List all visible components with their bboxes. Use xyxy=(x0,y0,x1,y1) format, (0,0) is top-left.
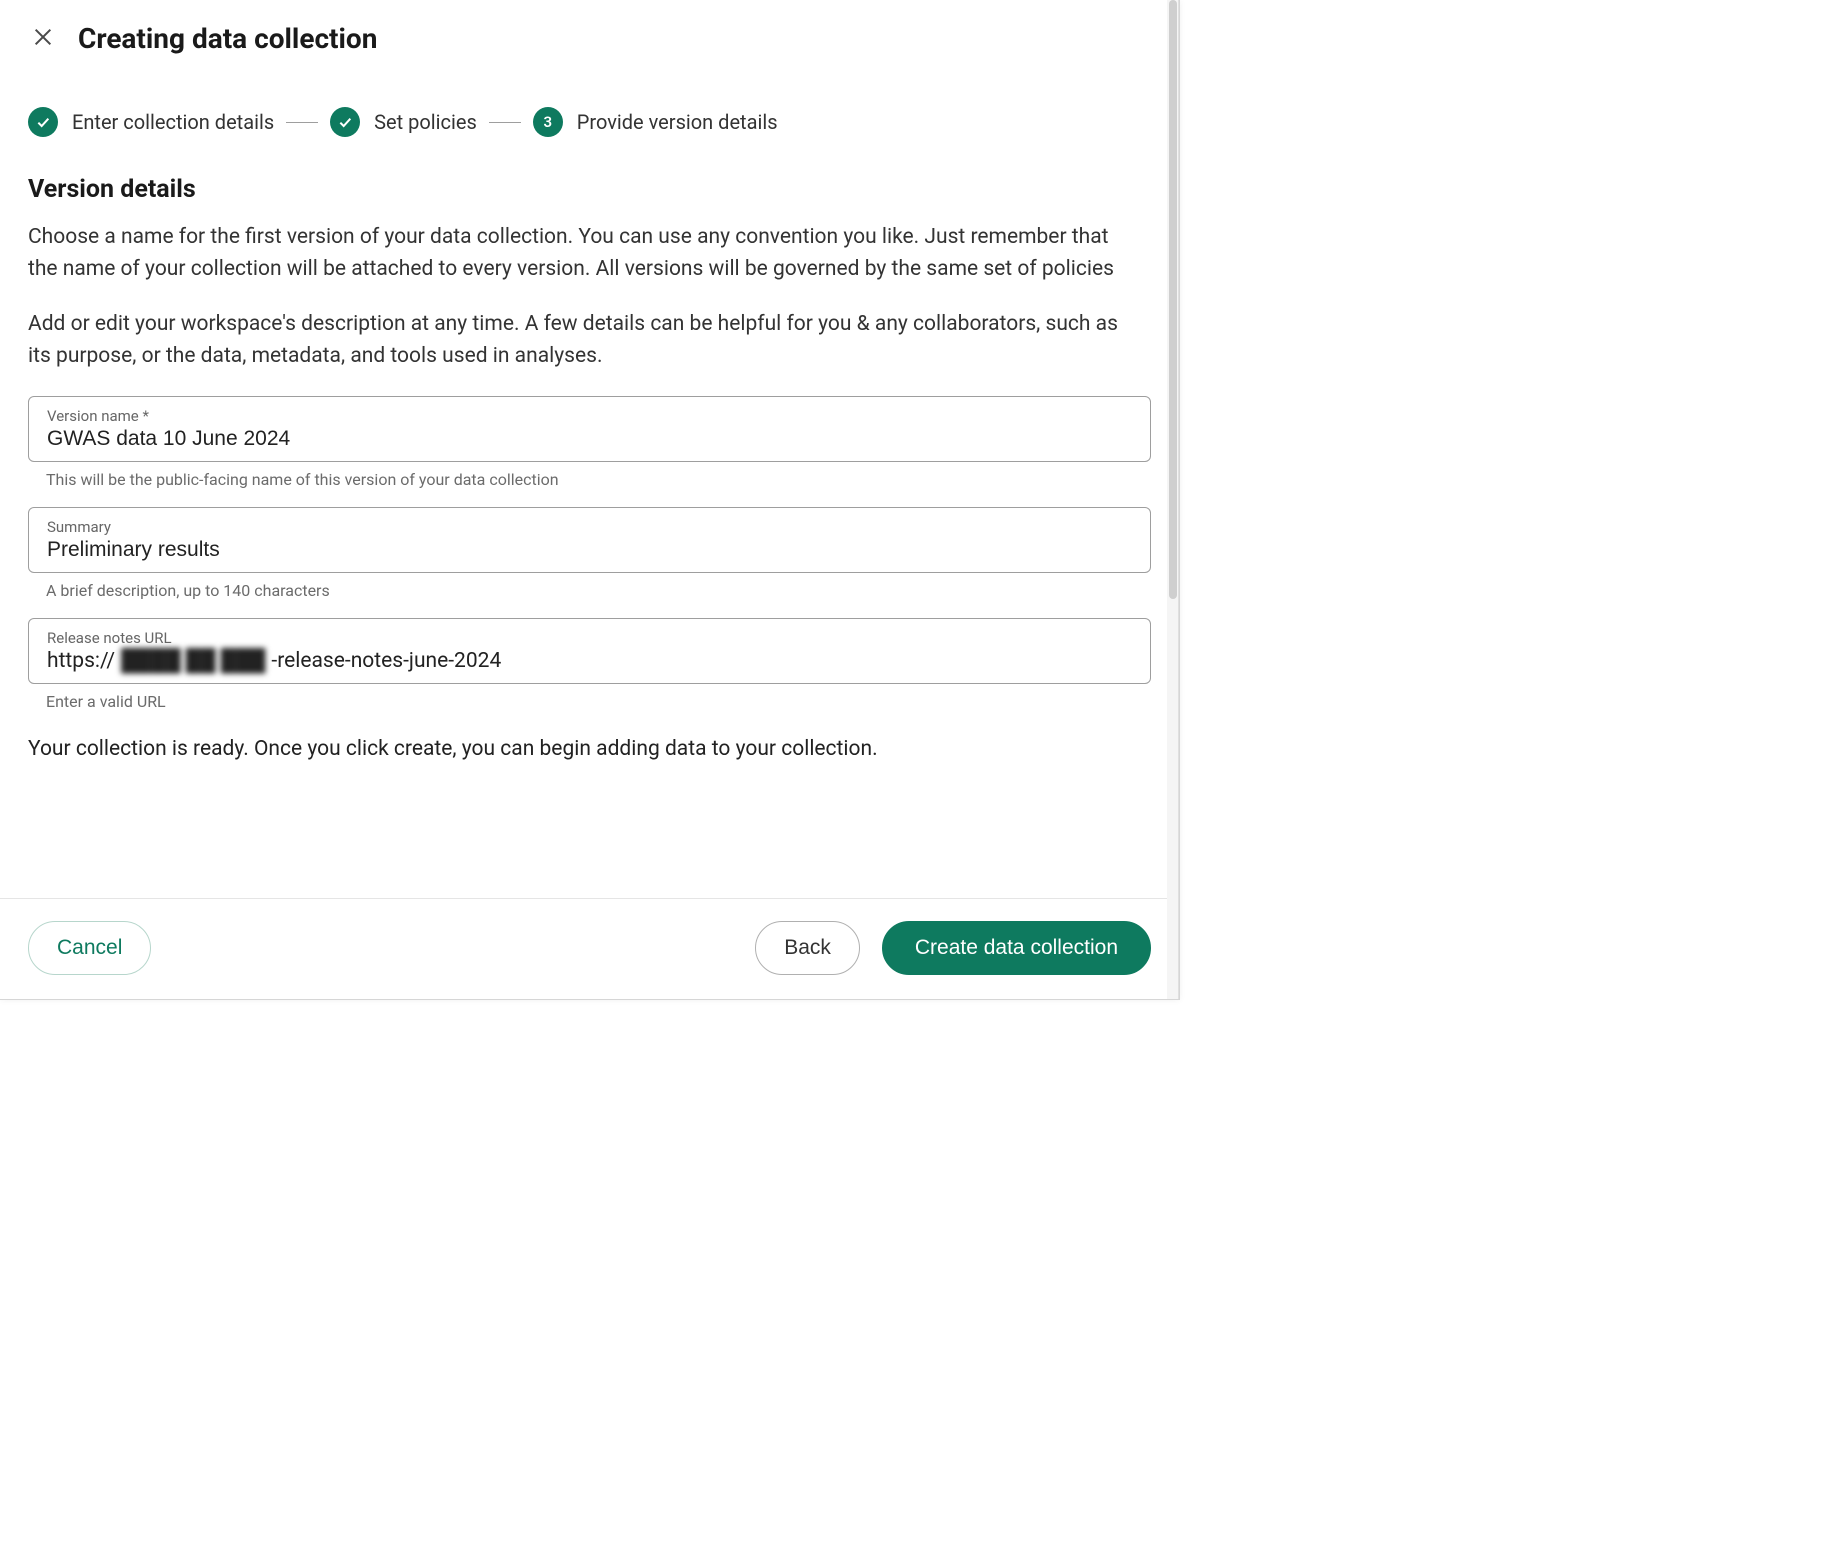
cancel-button[interactable]: Cancel xyxy=(28,921,151,975)
scrollbar-thumb[interactable] xyxy=(1169,0,1177,599)
step-set-policies: Set policies xyxy=(330,107,477,137)
modal-footer: Cancel Back Create data collection xyxy=(0,898,1179,999)
step-number-badge: 3 xyxy=(533,107,563,137)
ready-text: Your collection is ready. Once you click… xyxy=(28,737,1151,761)
summary-field-wrapper[interactable]: Summary xyxy=(28,507,1151,573)
step-enter-details: Enter collection details xyxy=(28,107,274,137)
check-icon xyxy=(28,107,58,137)
summary-label: Summary xyxy=(47,518,1132,536)
version-name-label: Version name * xyxy=(47,407,1132,425)
version-name-input[interactable] xyxy=(47,427,1132,451)
modal-title: Creating data collection xyxy=(78,22,377,55)
step-label: Set policies xyxy=(374,110,477,134)
url-redacted: ████ ██ ███ xyxy=(121,649,265,673)
step-version-details: 3 Provide version details xyxy=(533,107,778,137)
create-collection-button[interactable]: Create data collection xyxy=(882,921,1151,975)
stepper: Enter collection details Set policies 3 … xyxy=(0,55,1179,137)
close-icon xyxy=(32,26,54,51)
back-button[interactable]: Back xyxy=(755,921,860,975)
create-collection-modal: Creating data collection Enter collectio… xyxy=(0,0,1180,1000)
step-label: Enter collection details xyxy=(72,110,274,134)
release-notes-input[interactable]: https:// ████ ██ ███ -release-notes-june… xyxy=(47,649,1132,673)
step-connector xyxy=(489,122,521,123)
section-paragraph-2: Add or edit your workspace's description… xyxy=(28,309,1138,372)
version-name-helper: This will be the public-facing name of t… xyxy=(28,470,1151,489)
close-button[interactable] xyxy=(28,22,58,55)
step-connector xyxy=(286,122,318,123)
summary-helper: A brief description, up to 140 character… xyxy=(28,581,1151,600)
release-notes-label: Release notes URL xyxy=(47,629,1132,647)
release-notes-helper: Enter a valid URL xyxy=(28,692,1151,711)
section-paragraph-1: Choose a name for the first version of y… xyxy=(28,222,1138,285)
modal-scrollbar[interactable] xyxy=(1167,0,1179,999)
version-name-field-wrapper[interactable]: Version name * xyxy=(28,396,1151,462)
summary-input[interactable] xyxy=(47,538,1132,562)
section-title: Version details xyxy=(28,175,1151,204)
step-label: Provide version details xyxy=(577,110,778,134)
release-notes-field-wrapper[interactable]: Release notes URL https:// ████ ██ ███ -… xyxy=(28,618,1151,684)
check-icon xyxy=(330,107,360,137)
url-suffix: -release-notes-june-2024 xyxy=(271,649,501,673)
url-prefix: https:// xyxy=(47,649,115,673)
